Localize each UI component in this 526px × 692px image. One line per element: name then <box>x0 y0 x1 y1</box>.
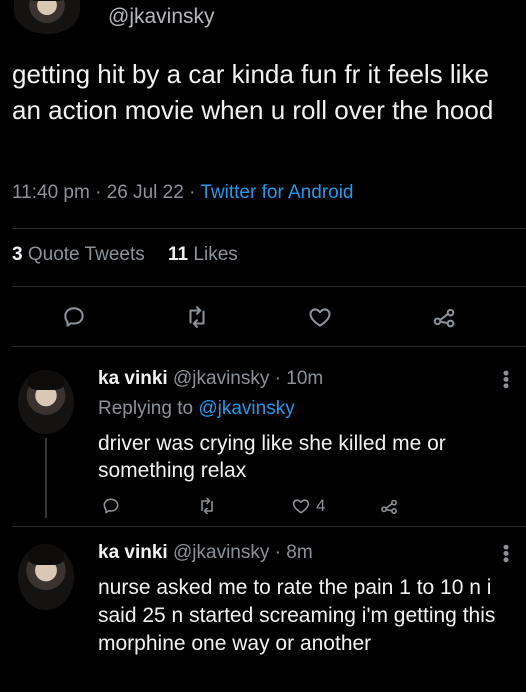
author-handle[interactable]: @jkavinsky <box>108 5 215 29</box>
share-icon <box>381 499 397 514</box>
avatar[interactable] <box>18 370 74 434</box>
author-handle[interactable]: @jkavinsky <box>173 368 269 389</box>
meta-separator: · <box>189 182 196 203</box>
meta-separator: · <box>274 368 281 389</box>
like-button[interactable] <box>306 304 334 330</box>
divider <box>12 526 526 527</box>
meta-separator: · <box>95 182 102 203</box>
tweet-time[interactable]: 11:40 pm <box>12 182 90 203</box>
tweet-age[interactable]: 10m <box>286 368 323 389</box>
reply-header: ka vinki @jkavinsky · 10m <box>98 368 323 390</box>
quote-tweets-link[interactable]: 3 Quote Tweets <box>12 244 145 265</box>
avatar[interactable] <box>18 544 74 610</box>
author-name[interactable]: ka vinki <box>98 542 168 563</box>
divider <box>12 346 526 347</box>
tweet-client[interactable]: Twitter for Android <box>200 182 353 203</box>
replying-to: Replying to @jkavinsky <box>98 398 295 420</box>
author-name[interactable]: ka vinki <box>98 368 168 389</box>
replying-to-handle[interactable]: @jkavinsky <box>198 398 294 419</box>
like-button[interactable]: 4 <box>290 496 325 516</box>
avatar[interactable] <box>14 0 80 34</box>
divider <box>12 286 526 287</box>
thread-line <box>45 438 47 518</box>
tweet-meta: 11:40 pm · 26 Jul 22 · Twitter for Andro… <box>12 182 354 204</box>
like-count: 4 <box>316 496 326 515</box>
more-icon[interactable]: ••• <box>496 544 516 563</box>
likes-link[interactable]: 11 Likes <box>168 244 238 265</box>
reply-text: driver was crying like she killed me or … <box>98 432 446 482</box>
share-button[interactable] <box>378 496 400 516</box>
comment-icon <box>103 498 119 514</box>
reply-header: ka vinki @jkavinsky · 8m <box>98 542 313 564</box>
meta-separator: · <box>274 542 281 563</box>
reply-button[interactable] <box>100 496 122 516</box>
replying-label: Replying to <box>98 398 194 419</box>
heart-icon <box>309 308 331 327</box>
engagement-counts: 3 Quote Tweets 11 Likes <box>12 244 238 266</box>
retweet-button[interactable] <box>196 496 218 516</box>
reply-button[interactable] <box>60 304 88 330</box>
share-icon <box>433 308 455 328</box>
more-icon[interactable]: ••• <box>496 370 516 389</box>
divider <box>12 228 526 229</box>
tweet-date[interactable]: 26 Jul 22 <box>107 182 184 203</box>
heart-icon <box>292 499 310 514</box>
retweet-icon <box>201 497 213 515</box>
share-button[interactable] <box>430 304 458 330</box>
reply-text: nurse asked me to rate the pain 1 to 10 … <box>98 576 496 655</box>
author-handle[interactable]: @jkavinsky <box>173 542 269 563</box>
tweet-text: getting hit by a car kinda fun fr it fee… <box>12 59 494 125</box>
retweet-icon <box>189 306 205 328</box>
retweet-button[interactable] <box>182 304 212 330</box>
comment-icon <box>64 307 84 327</box>
tweet-age[interactable]: 8m <box>286 542 312 563</box>
